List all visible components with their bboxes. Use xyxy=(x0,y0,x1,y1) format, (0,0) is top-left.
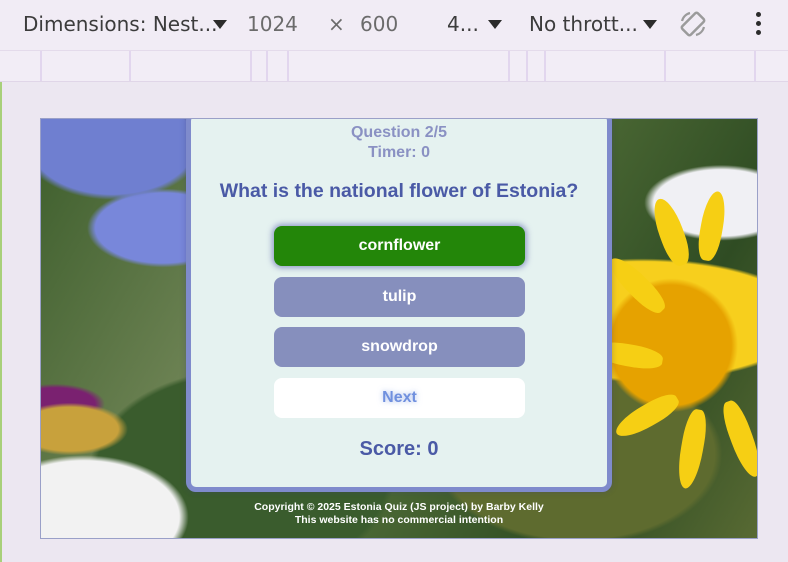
ruler-tick[interactable] xyxy=(508,51,510,81)
page-viewport: Question 2/5 Timer: 0 What is the nation… xyxy=(40,118,758,539)
timer: Timer: 0 xyxy=(368,144,430,161)
zoom-chevron-down-icon[interactable] xyxy=(488,20,502,29)
question-counter: Question 2/5 xyxy=(350,124,448,141)
ruler-tick[interactable] xyxy=(526,51,528,81)
ruler-tick[interactable] xyxy=(266,51,268,81)
question-text: What is the national flower of Estonia? xyxy=(219,180,579,202)
throttle-select[interactable]: No thrott... xyxy=(529,12,638,36)
rotate-icon[interactable] xyxy=(678,9,708,39)
ruler-tick[interactable] xyxy=(250,51,252,81)
flower-petal xyxy=(717,397,757,481)
times-symbol: × xyxy=(328,12,345,36)
copyright-text: Copyright © 2025 Estonia Quiz (JS projec… xyxy=(254,501,544,513)
ruler-tick[interactable] xyxy=(40,51,42,81)
flower-petal xyxy=(603,251,671,319)
width-input[interactable]: 1024 xyxy=(247,12,298,36)
disclaimer-text: This website has no commercial intention xyxy=(294,514,504,526)
flower-petal xyxy=(611,388,683,444)
dimensions-select[interactable]: Dimensions: Nest... xyxy=(23,12,217,36)
throttle-chevron-down-icon[interactable] xyxy=(643,20,657,29)
flower-petal xyxy=(674,407,710,491)
quiz-card: Question 2/5 Timer: 0 What is the nation… xyxy=(186,119,612,492)
ruler-tick[interactable] xyxy=(129,51,131,81)
ruler-tick[interactable] xyxy=(544,51,546,81)
flower-petal xyxy=(695,189,729,263)
zoom-select[interactable]: 4... xyxy=(447,12,479,36)
answer-button-tulip[interactable]: tulip xyxy=(274,277,525,317)
answer-button-snowdrop[interactable]: snowdrop xyxy=(274,327,525,367)
score: Score: 0 xyxy=(359,438,439,460)
ruler-tick[interactable] xyxy=(287,51,289,81)
footer: Copyright © 2025 Estonia Quiz (JS projec… xyxy=(186,501,612,527)
viewport-edge xyxy=(0,82,2,562)
dimensions-chevron-down-icon[interactable] xyxy=(213,20,227,29)
ruler-tick[interactable] xyxy=(664,51,666,81)
more-vert-icon[interactable] xyxy=(752,12,764,38)
ruler-tick[interactable] xyxy=(754,51,756,81)
flower-petal xyxy=(647,195,695,269)
device-toolbar: Dimensions: Nest... 1024 × 600 4... No t… xyxy=(0,0,788,50)
answer-button-cornflower[interactable]: cornflower xyxy=(274,226,525,266)
height-input[interactable]: 600 xyxy=(360,12,398,36)
media-query-ruler xyxy=(0,50,788,82)
next-button[interactable]: Next xyxy=(274,378,525,418)
